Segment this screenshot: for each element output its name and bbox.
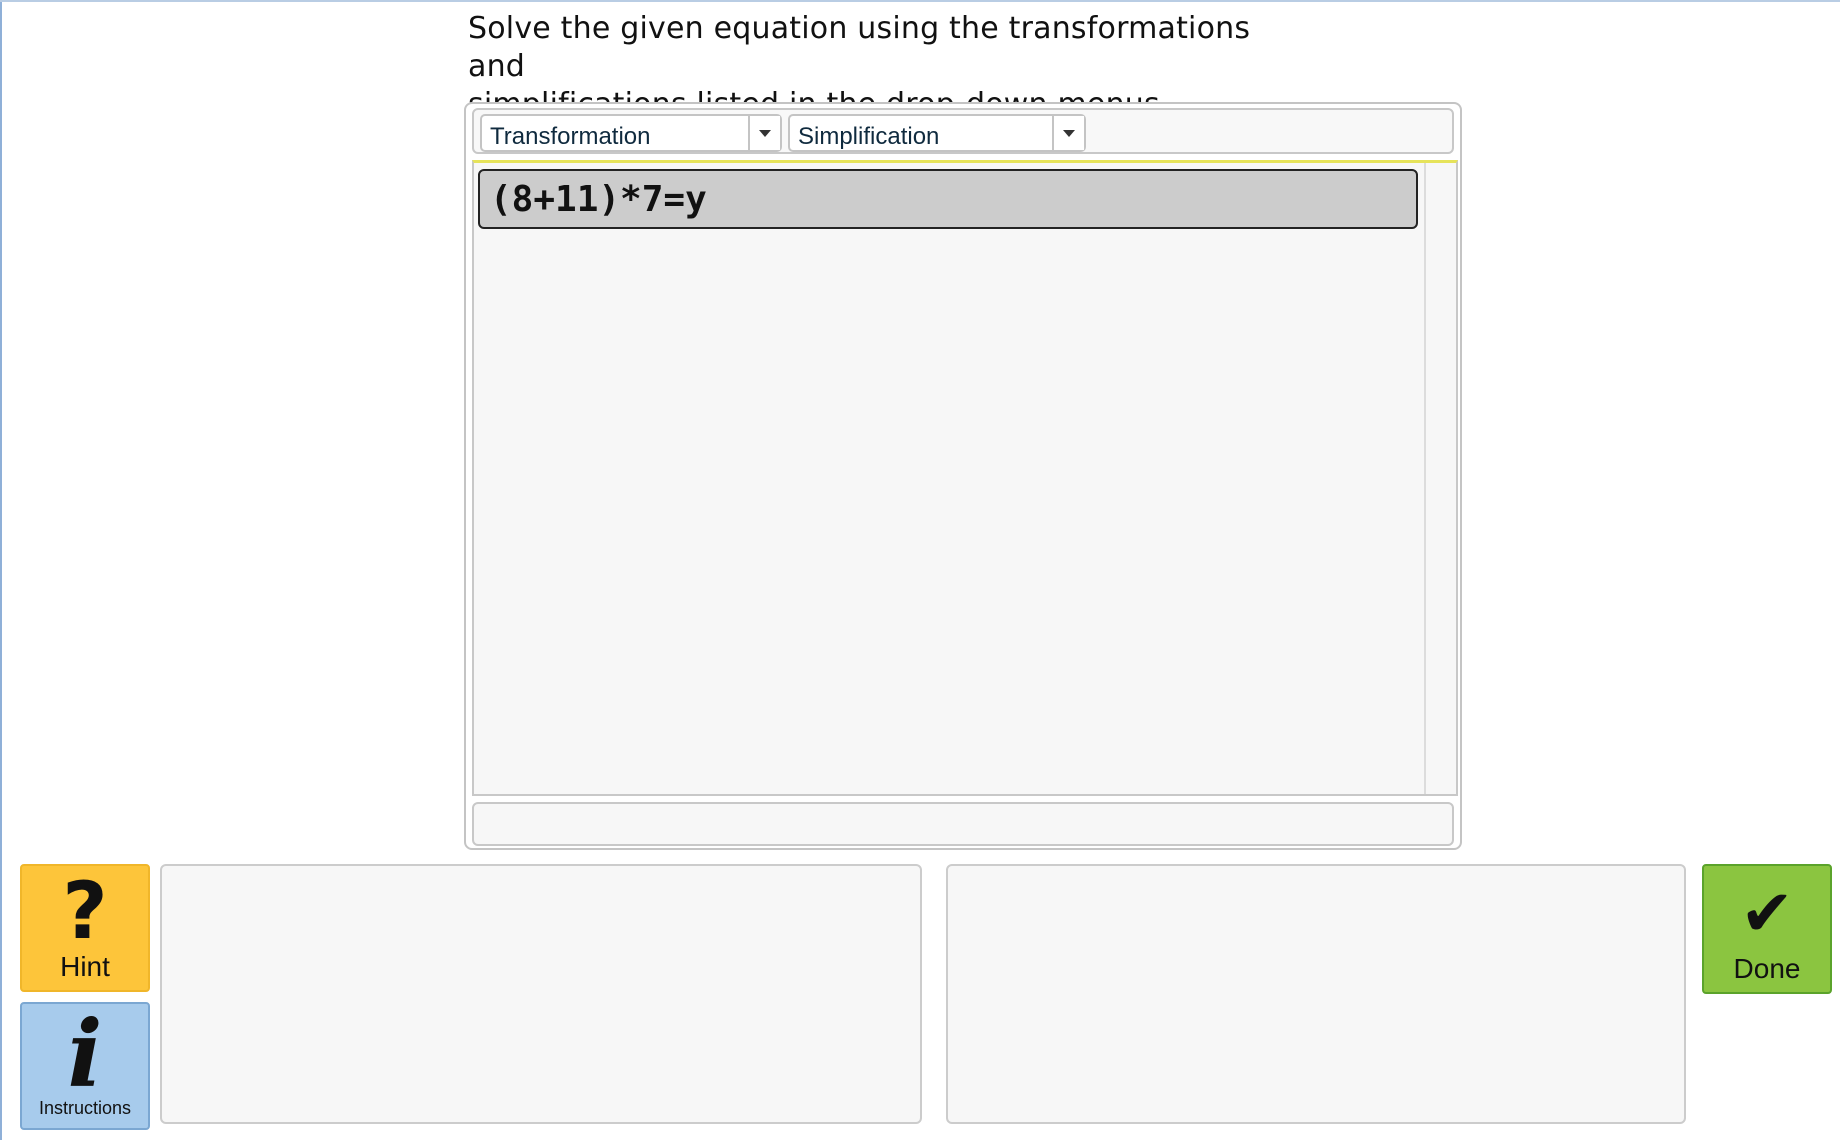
info-icon: i <box>67 1000 103 1108</box>
transformation-dropdown-button[interactable] <box>748 116 780 150</box>
instructions-button[interactable]: i Instructions <box>20 1002 150 1130</box>
question-mark-icon: ? <box>62 867 108 957</box>
done-button[interactable]: ✔ Done <box>1702 864 1832 994</box>
instructions-line-1: Solve the given equation using the trans… <box>468 11 1251 84</box>
instructions-label: Instructions <box>38 1098 132 1118</box>
simplification-dropdown-button[interactable] <box>1052 116 1084 150</box>
transformation-dropdown-label: Transformation <box>490 123 651 150</box>
done-label: Done <box>1733 953 1801 984</box>
equation-solver-panel: Transformation Simplification (8+11)*7=y <box>464 102 1462 850</box>
hint-message-panel <box>160 864 922 1124</box>
frame-border-left <box>0 0 2 1140</box>
equation-text: (8+11)*7=y <box>490 179 707 220</box>
workspace-scrollbar[interactable] <box>1424 163 1456 794</box>
frame-border-top <box>0 0 1840 2</box>
equation-workspace: (8+11)*7=y <box>472 160 1458 796</box>
hint-button[interactable]: ? Hint <box>20 864 150 992</box>
transformation-dropdown[interactable]: Transformation <box>480 114 782 152</box>
simplification-dropdown[interactable]: Simplification <box>788 114 1086 152</box>
status-bar <box>472 802 1454 846</box>
checkmark-icon: ✔ <box>1740 877 1794 951</box>
toolbar: Transformation Simplification <box>472 108 1454 154</box>
equation-row[interactable]: (8+11)*7=y <box>478 169 1418 229</box>
simplification-dropdown-label: Simplification <box>798 123 940 150</box>
hint-label: Hint <box>60 951 110 982</box>
chevron-down-icon <box>759 130 771 137</box>
chevron-down-icon <box>1063 130 1075 137</box>
feedback-panel <box>946 864 1686 1124</box>
